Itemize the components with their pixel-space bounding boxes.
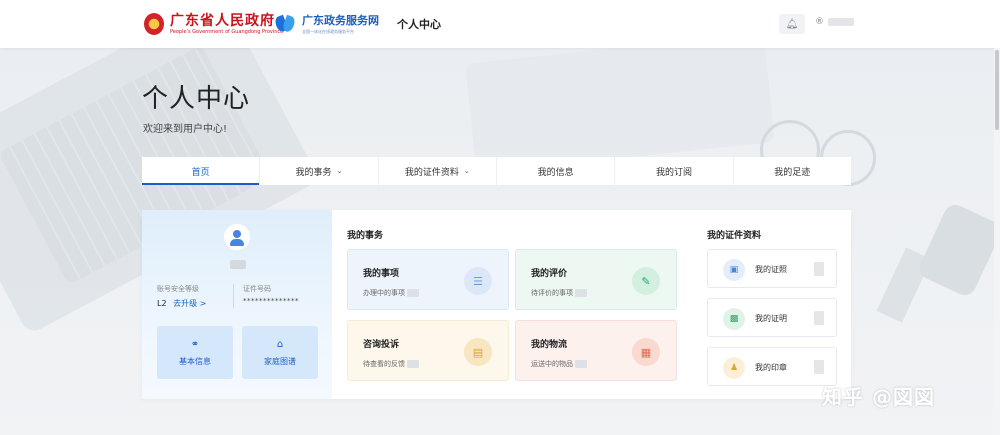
- username-blurred: [828, 18, 854, 26]
- chevron-down-icon: ⌄: [463, 167, 470, 175]
- my-evaluations-card[interactable]: 我的评价 待评价的事项 ✎: [515, 249, 677, 310]
- tab-label: 我的事务: [295, 167, 332, 178]
- chevron-down-icon: ⌄: [336, 167, 343, 175]
- card-title: 我的物流: [531, 340, 568, 350]
- tab-label: 我的足迹: [774, 167, 811, 178]
- my-licenses-item[interactable]: ▣ 我的证照: [707, 249, 837, 288]
- profile-card: 账号安全等级 L2 去升级 > 证件号码 ************** ⚭ 基本…: [142, 210, 332, 399]
- basic-info-button[interactable]: ⚭ 基本信息: [157, 326, 233, 379]
- tab-home[interactable]: 首页: [142, 157, 261, 185]
- id-number-label: 证件号码: [243, 285, 271, 293]
- home-icon: ⌂: [276, 338, 284, 350]
- security-level-value: L2 去升级 >: [157, 298, 206, 309]
- tab-my-footprint[interactable]: 我的足迹: [734, 157, 851, 185]
- consultation-complaint-card[interactable]: 咨询投诉 待查看的反馈 ▤: [347, 320, 509, 381]
- tab-my-info[interactable]: 我的信息: [497, 157, 616, 185]
- page-subtitle: 欢迎来到用户中心!: [143, 124, 228, 135]
- gov-logo[interactable]: 广东省人民政府 People's Government of Guangdong…: [144, 10, 283, 38]
- scrollbar-thumb[interactable]: [995, 50, 999, 130]
- dashboard-panel: 账号安全等级 L2 去升级 > 证件号码 ************** ⚭ 基本…: [142, 210, 851, 399]
- family-graph-label: 家庭图谱: [264, 356, 296, 366]
- divider: [233, 284, 234, 308]
- family-graph-button[interactable]: ⌂ 家庭图谱: [242, 326, 318, 379]
- edit-icon: ✎: [632, 267, 660, 295]
- upgrade-link[interactable]: 去升级 >: [173, 299, 206, 308]
- my-seals-label: 我的印章: [755, 363, 787, 372]
- card-subtitle: 待评价的事项: [531, 288, 587, 298]
- national-emblem-icon: [144, 13, 164, 35]
- tab-label: 我的证件资料: [404, 167, 459, 178]
- watch-decoration: [915, 201, 1000, 299]
- security-level-label: 账号安全等级: [157, 285, 199, 293]
- my-items-card[interactable]: 我的事项 办理中的事项 ☰: [347, 249, 509, 310]
- count-blurred: [814, 311, 824, 325]
- user-icon: ®: [815, 17, 824, 27]
- avatar-head: [233, 230, 241, 238]
- tab-my-subscriptions[interactable]: 我的订阅: [615, 157, 734, 185]
- basic-info-label: 基本信息: [179, 356, 211, 366]
- tab-label: 我的信息: [537, 167, 574, 178]
- gov-logo-subtext: People's Government of Guangdong Provinc…: [170, 28, 284, 35]
- tab-label: 首页: [191, 167, 210, 178]
- seal-icon: ♟: [723, 357, 745, 379]
- my-certificates-item[interactable]: ▩ 我的证明: [707, 298, 837, 337]
- my-logistics-card[interactable]: 我的物流 运送中的物品 ▦: [515, 320, 677, 381]
- service-mark-icon: [273, 14, 297, 34]
- username-blurred: [230, 260, 246, 269]
- card-subtitle: 办理中的事项: [363, 288, 419, 298]
- card-title: 咨询投诉: [363, 340, 400, 350]
- page-scrollbar[interactable]: [994, 48, 1000, 435]
- avatar[interactable]: [224, 224, 250, 250]
- page-title: 个人中心: [142, 84, 251, 114]
- tab-my-affairs[interactable]: 我的事务 ⌄: [260, 157, 379, 185]
- bell-icon: 🔔︎: [785, 18, 799, 30]
- affairs-section-title: 我的事务: [347, 231, 384, 241]
- count-blurred: [814, 262, 824, 276]
- card-subtitle: 待查看的反馈: [363, 359, 419, 369]
- tab-my-documents[interactable]: 我的证件资料 ⌄: [379, 157, 497, 185]
- tab-label: 我的订阅: [655, 167, 692, 178]
- service-logo-text: 广东政务服务网: [302, 13, 379, 27]
- user-center-tabs: 首页 我的事务 ⌄ 我的证件资料 ⌄ 我的信息 我的订阅 我的足迹: [142, 157, 851, 185]
- my-licenses-label: 我的证照: [755, 265, 787, 274]
- tablet-decoration: [465, 32, 775, 174]
- notification-button[interactable]: 🔔︎: [779, 14, 805, 34]
- user-icon: ⚭: [190, 338, 200, 350]
- list-icon: ☰: [464, 267, 492, 295]
- id-number-value: **************: [243, 297, 299, 305]
- certificate-icon: ▩: [723, 308, 745, 330]
- avatar-body: [230, 239, 244, 246]
- documents-section-title: 我的证件资料: [707, 231, 762, 241]
- nav-title[interactable]: 个人中心: [397, 16, 441, 32]
- service-logo[interactable]: 广东政务服务网 全国一体化在线政务服务平台: [273, 10, 379, 38]
- my-certificates-label: 我的证明: [755, 314, 787, 323]
- security-level: L2: [157, 299, 167, 308]
- top-navigation-bar: 广东省人民政府 People's Government of Guangdong…: [0, 0, 1000, 48]
- message-icon: ▤: [464, 338, 492, 366]
- id-card-icon: ▣: [723, 259, 745, 281]
- user-menu[interactable]: ®: [815, 17, 854, 27]
- count-blurred: [814, 360, 824, 374]
- service-logo-subtext: 全国一体化在线政务服务平台: [302, 28, 354, 34]
- my-seals-item[interactable]: ♟ 我的印章: [707, 347, 837, 386]
- card-title: 我的评价: [531, 269, 568, 279]
- card-subtitle: 运送中的物品: [531, 359, 587, 369]
- watermark: 知乎 @図図: [822, 385, 935, 409]
- gov-logo-text: 广东省人民政府: [170, 12, 275, 29]
- truck-icon: ▦: [632, 338, 660, 366]
- card-title: 我的事项: [363, 269, 400, 279]
